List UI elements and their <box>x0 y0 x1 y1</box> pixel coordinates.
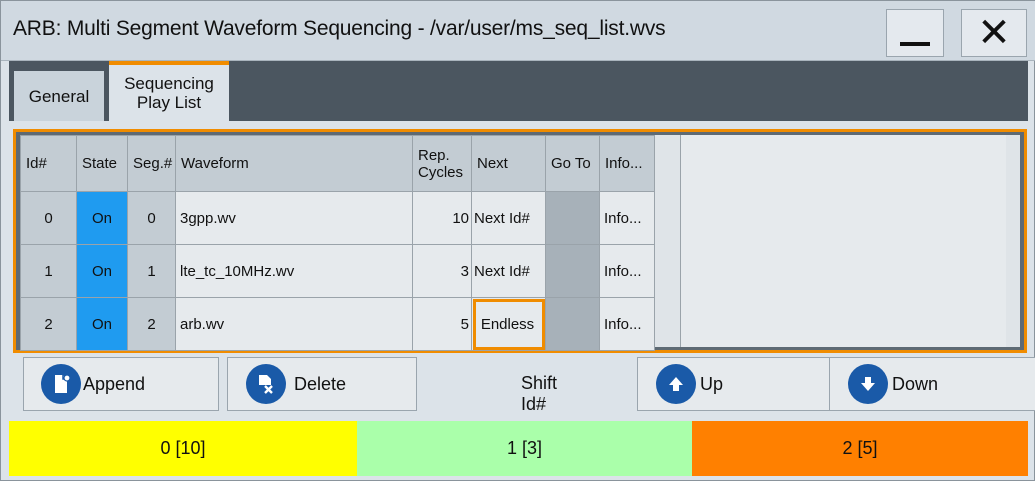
arrow-up-icon <box>656 364 696 404</box>
shift-up-button[interactable]: Up <box>637 357 835 411</box>
arb-dialog: ARB: Multi Segment Waveform Sequencing -… <box>0 0 1035 481</box>
cell-goto <box>545 297 600 351</box>
shift-id-label: Shift Id# <box>521 373 558 414</box>
col-header-seg: Seg.# <box>127 135 176 192</box>
cell-waveform[interactable]: 3gpp.wv <box>175 191 413 245</box>
col-header-rep-cycles: Rep. Cycles <box>412 135 472 192</box>
cell-next[interactable]: Next Id# <box>471 191 546 245</box>
close-button[interactable]: ✕ <box>961 9 1027 57</box>
sequence-table-panel: Id# State Seg.# Waveform Rep. Cycles Next… <box>13 129 1027 353</box>
col-header-goto: Go To <box>545 135 600 192</box>
append-button[interactable]: Append <box>23 357 219 411</box>
cell-seg: 0 <box>127 191 176 245</box>
close-icon: ✕ <box>977 11 1011 55</box>
cell-id: 1 <box>20 244 77 298</box>
tab-playlist-label-line2: Play List <box>136 93 202 112</box>
cell-info-button[interactable]: Info... <box>599 297 655 351</box>
segment-label-0: 0 [10] <box>160 438 206 458</box>
cell-info-button[interactable]: Info... <box>599 244 655 298</box>
cell-rep-cycles[interactable]: 5 <box>412 297 472 351</box>
segment-label-2: 2 [5] <box>842 438 878 458</box>
table-row: 2 On 2 arb.wv 5 Endless Info... <box>20 297 655 351</box>
table-row: 0 On 0 3gpp.wv 10 Next Id# Info... <box>20 191 655 245</box>
delete-button[interactable]: Delete <box>227 357 417 411</box>
cell-seg: 2 <box>127 297 176 351</box>
arrow-down-icon <box>848 364 888 404</box>
tab-general-label: General <box>28 86 90 106</box>
cell-state-toggle[interactable]: On <box>76 244 128 298</box>
cell-seg: 1 <box>127 244 176 298</box>
delete-document-icon <box>246 364 286 404</box>
col-header-id: Id# <box>20 135 77 192</box>
tab-general[interactable]: General <box>14 71 104 121</box>
segment-block-2: 2 [5] <box>692 421 1028 476</box>
segment-sequence-strip: 0 [10] 1 [3] 2 [5] <box>9 421 1028 476</box>
table-row: 1 On 1 lte_tc_10MHz.wv 3 Next Id# Info..… <box>20 244 655 298</box>
cell-rep-cycles[interactable]: 3 <box>412 244 472 298</box>
tab-strip: General Sequencing Play List <box>9 61 1028 121</box>
cell-state-toggle[interactable]: On <box>76 191 128 245</box>
down-label: Down <box>892 373 939 394</box>
col-header-next: Next <box>471 135 546 192</box>
tab-sequencing-play-list[interactable]: Sequencing Play List <box>109 61 229 121</box>
col-header-info: Info... <box>599 135 655 192</box>
col-header-waveform: Waveform <box>175 135 413 192</box>
segment-label-1: 1 [3] <box>506 438 543 458</box>
cell-id: 0 <box>20 191 77 245</box>
tab-playlist-label-line1: Sequencing <box>124 74 214 93</box>
up-label: Up <box>700 373 724 394</box>
cell-goto <box>545 191 600 245</box>
segment-block-1: 1 [3] <box>357 421 692 476</box>
append-document-icon <box>41 364 81 404</box>
cell-rep-cycles[interactable]: 10 <box>412 191 472 245</box>
cell-id: 2 <box>20 297 77 351</box>
cell-next-selected[interactable]: Endless <box>471 297 546 351</box>
cell-goto <box>545 244 600 298</box>
sequence-table-area: Id# State Seg.# Waveform Rep. Cycles Next… <box>20 135 1020 351</box>
minimize-icon <box>900 42 930 46</box>
title-bar: ARB: Multi Segment Waveform Sequencing -… <box>1 1 1035 61</box>
cell-waveform[interactable]: lte_tc_10MHz.wv <box>175 244 413 298</box>
table-header-row: Id# State Seg.# Waveform Rep. Cycles Next… <box>20 135 655 192</box>
cell-next[interactable]: Next Id# <box>471 244 546 298</box>
minimize-button[interactable] <box>886 9 944 57</box>
col-header-state: State <box>76 135 128 192</box>
cell-state-toggle[interactable]: On <box>76 297 128 351</box>
table-empty-area <box>680 135 1006 347</box>
delete-label: Delete <box>294 373 347 394</box>
append-label: Append <box>83 373 146 394</box>
shift-down-button[interactable]: Down <box>829 357 1035 411</box>
window-title: ARB: Multi Segment Waveform Sequencing -… <box>13 17 666 40</box>
segment-block-0: 0 [10] <box>9 421 357 476</box>
tab-playlist-label: Sequencing Play List <box>124 74 214 112</box>
col-header-rep-line2: Cycles <box>418 163 464 181</box>
cell-waveform[interactable]: arb.wv <box>175 297 413 351</box>
cell-info-button[interactable]: Info... <box>599 191 655 245</box>
col-header-rep-line1: Rep. <box>418 146 450 164</box>
sequence-table: Id# State Seg.# Waveform Rep. Cycles Next… <box>20 135 655 351</box>
